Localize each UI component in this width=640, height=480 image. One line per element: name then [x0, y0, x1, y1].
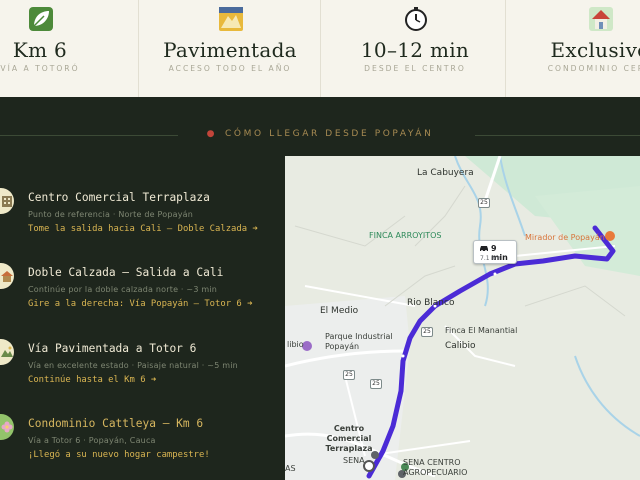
road-icon: [219, 7, 243, 31]
map-label: Centro Comercial Terraplaza: [325, 424, 373, 453]
stat-time: 10–12 min DESDE EL CENTRO: [335, 0, 495, 97]
stat-exclusive: Exclusivo CONDOMINIO CERR: [520, 0, 640, 97]
step-subtitle: Continúe por la doble calzada norte · ~3…: [28, 285, 218, 294]
directions-list: Centro Comercial Terraplaza Punto de ref…: [0, 156, 285, 480]
step-subtitle: Punto de referencia · Norte de Popayán: [28, 210, 194, 219]
stat-caption: CONDOMINIO CERR: [547, 64, 640, 73]
step-subtitle: Vía a Totor 6 · Popayán, Cauca: [28, 436, 156, 445]
map-label: Mirador de Popayán: [525, 233, 605, 242]
map-label: Parque Industrial Popayán: [325, 332, 393, 351]
flower-icon: [1, 421, 13, 433]
step-action-link[interactable]: Gire a la derecha: Vía Popayán – Totor 6…: [28, 299, 252, 309]
route-map[interactable]: La Cabuyera FINCA ARROYITOS Mirador de P…: [285, 156, 640, 480]
map-label: Rio Blanco: [407, 298, 455, 308]
highway-shield: 25: [478, 198, 490, 208]
map-label: Finca El Manantial: [445, 326, 518, 335]
stat-value: Exclusivo: [550, 38, 640, 62]
map-label: Calibio: [445, 341, 476, 351]
divider: [505, 0, 506, 97]
highway-shield: 25: [421, 327, 433, 337]
stat-caption: ACCESO TODO EL AÑO: [168, 64, 292, 73]
directions-header: ● CÓMO LLEGAR DESDE POPAYÁN: [0, 97, 640, 156]
step-badge: [0, 188, 14, 214]
step-title: Vía Pavimentada a Totor 6: [28, 342, 197, 355]
map-label: El Medio: [320, 306, 359, 316]
stat-value: Km 6: [12, 38, 68, 62]
divider: [320, 0, 321, 97]
step-badge: [0, 414, 14, 440]
stat-value: Pavimentada: [163, 38, 297, 62]
step-title: Centro Comercial Terraplaza: [28, 191, 210, 204]
eta-callout[interactable]: 9 min 7.1 km: [473, 240, 517, 264]
map-label: AS: [285, 464, 296, 473]
home-icon: [1, 271, 13, 282]
map-label: FINCA ARROYITOS: [369, 231, 442, 240]
step-badge: [0, 339, 14, 365]
stat-location: Km 6 VÍA A TOTORÓ: [0, 0, 120, 97]
step-title: Condominio Cattleya — Km 6: [28, 417, 204, 430]
stat-caption: VÍA A TOTORÓ: [0, 64, 80, 73]
mountain-icon: [1, 346, 13, 357]
divider: [138, 0, 139, 97]
leaf-icon: [29, 7, 53, 31]
step-title: Doble Calzada — Salida a Cali: [28, 266, 224, 279]
step-subtitle: Vía en excelente estado · Paisaje natura…: [28, 361, 238, 370]
house-icon: [589, 7, 613, 31]
step-badge: [0, 263, 14, 289]
highway-shield: 25: [370, 379, 382, 389]
step-note: ¡Llegó a su nuevo hogar campestre!: [28, 450, 210, 460]
eta-distance: 7.1 km: [480, 255, 501, 262]
stats-bar: Km 6 VÍA A TOTORÓ Pavimentada ACCESO TOD…: [0, 0, 640, 97]
map-label: SENA: [343, 456, 365, 465]
building-icon: [2, 196, 12, 207]
location-pin-icon: ●: [206, 129, 218, 139]
stopwatch-icon: [405, 7, 427, 31]
step-action-link[interactable]: Continúe hasta el Km 6 ➜: [28, 375, 156, 385]
stat-value: 10–12 min: [360, 38, 470, 62]
map-label: SENA CENTRO AGROPECUARIO: [403, 458, 468, 477]
step-action-link[interactable]: Tome la salida hacia Cali — Doble Calzad…: [28, 224, 258, 234]
stat-road: Pavimentada ACCESO TODO EL AÑO: [150, 0, 310, 97]
section-title: ● CÓMO LLEGAR DESDE POPAYÁN: [206, 129, 434, 139]
car-icon: [480, 246, 488, 252]
stat-caption: DESDE EL CENTRO: [364, 64, 466, 73]
highway-shield: 25: [343, 370, 355, 380]
map-label: La Cabuyera: [417, 168, 474, 178]
map-label: libio: [287, 340, 304, 349]
